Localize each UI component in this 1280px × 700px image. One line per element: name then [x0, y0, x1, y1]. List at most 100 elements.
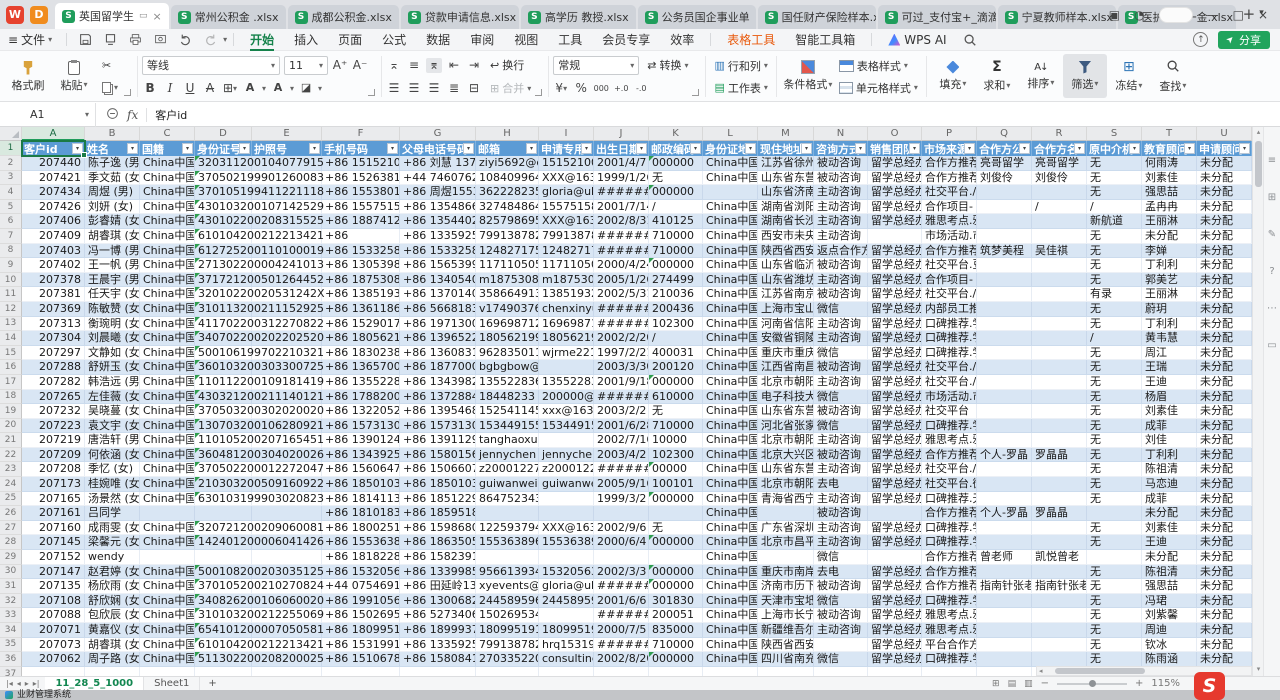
cell[interactable]: China中国	[703, 419, 758, 434]
cell[interactable]: 207313	[22, 317, 85, 332]
cell[interactable]: 362228235	[476, 185, 539, 200]
cell[interactable]: China中国	[140, 448, 195, 463]
cell[interactable]	[1032, 302, 1087, 317]
cell[interactable]: +86 刘慧 137052	[400, 156, 476, 171]
cell[interactable]: 北京市朝阳	[758, 375, 814, 390]
cell[interactable]: 未分配	[1197, 317, 1252, 332]
cell[interactable]: +86 田延岭1395	[400, 579, 476, 594]
cell[interactable]: 钦冰	[1142, 638, 1197, 653]
cell[interactable]: 360481200304020026	[195, 448, 252, 463]
zoom-in-button[interactable]: +	[1135, 678, 1143, 689]
cell[interactable]: 主动咨询	[814, 521, 868, 536]
scroll-left-icon[interactable]: ◂	[1039, 667, 1043, 675]
cell[interactable]: 无	[1087, 638, 1142, 653]
cell[interactable]: +86 15106786	[322, 652, 400, 667]
cell[interactable]: 被动咨询	[814, 579, 868, 594]
column-header-R[interactable]: R	[1032, 127, 1087, 141]
cell[interactable]: 无	[1087, 448, 1142, 463]
cell[interactable]	[703, 667, 758, 676]
cell[interactable]: +86 1863505000	[400, 535, 476, 550]
cell[interactable]: 被动咨询	[814, 258, 868, 273]
cell[interactable]: +86 18141137	[322, 492, 400, 507]
cell[interactable]: bgbgbow@	[476, 360, 539, 375]
cell[interactable]	[1032, 535, 1087, 550]
cell[interactable]: 成雨雯 (女	[85, 521, 140, 536]
cell[interactable]: ########	[594, 579, 649, 594]
column-header-M[interactable]: M	[758, 127, 814, 141]
menu-tab-数据[interactable]: 数据	[416, 29, 460, 51]
cell[interactable]: 370105199411221118	[195, 185, 252, 200]
cell[interactable]: 000000	[649, 258, 703, 273]
wrap-text-button[interactable]: ↩换行	[486, 56, 528, 74]
cell[interactable]	[977, 346, 1032, 361]
document-tab[interactable]: S宁夏教师样本.xlsx	[998, 5, 1116, 29]
row-header[interactable]: 16	[0, 360, 22, 375]
cell[interactable]: 2003/2/2	[594, 404, 649, 419]
cell[interactable]: China中国	[703, 477, 758, 492]
table-header-cell[interactable]: 合作方名▾	[1032, 141, 1087, 156]
cell[interactable]: 未分配	[1197, 171, 1252, 186]
cell[interactable]: 衡琬明 (女	[85, 317, 140, 332]
cell[interactable]: 未分配	[1197, 375, 1252, 390]
cell[interactable]: China中国	[703, 171, 758, 186]
table-header-cell[interactable]: 手机号码▾	[322, 141, 400, 156]
cell[interactable]: 留学总经办	[868, 623, 922, 638]
panel-help-icon[interactable]: ?	[1269, 266, 1274, 277]
row-header[interactable]: 21	[0, 433, 22, 448]
document-tab[interactable]: S英国留学生▭×	[55, 3, 169, 29]
column-header-K[interactable]: K	[649, 127, 703, 141]
cell[interactable]: +86 15653997101	[400, 258, 476, 273]
filter-dropdown-icon[interactable]: ▾	[182, 143, 193, 154]
cell[interactable]: 102300	[649, 317, 703, 332]
table-header-cell[interactable]: 教育顾问▾	[1142, 141, 1197, 156]
table-header-cell[interactable]: 申请专用▾	[539, 141, 594, 156]
cell[interactable]: 无	[1087, 317, 1142, 332]
row-header[interactable]: 10	[0, 273, 22, 288]
cell[interactable]: 799138782	[476, 229, 539, 244]
bold-button[interactable]: B	[142, 81, 158, 96]
cell[interactable]: 唐浩轩 (男	[85, 433, 140, 448]
cell[interactable]: +86 13548668954	[400, 200, 476, 215]
cell[interactable]: 无	[1087, 535, 1142, 550]
cell[interactable]: 何依涵 (女	[85, 448, 140, 463]
cell[interactable]: China中国	[703, 462, 758, 477]
cell[interactable]: +86 15731301	[322, 419, 400, 434]
cell[interactable]: +86 15026953	[322, 608, 400, 623]
cell[interactable]: 内部员工推	[922, 302, 977, 317]
cell[interactable]: 610104200212213421	[195, 638, 252, 653]
cell[interactable]: 丁利利	[1142, 317, 1197, 332]
tab-smart-toolbox[interactable]: 智能工具箱	[785, 29, 865, 51]
row-header[interactable]: 24	[0, 477, 22, 492]
cell[interactable]: 雅思考点.雅	[922, 608, 977, 623]
cell[interactable]: 合作方推荐	[922, 565, 977, 580]
cell[interactable]	[539, 550, 594, 565]
cell[interactable]	[758, 506, 814, 521]
cell[interactable]: 周江	[1142, 346, 1197, 361]
cell[interactable]: 留学总经办	[868, 477, 922, 492]
cell[interactable]: China中国	[140, 244, 195, 259]
cell[interactable]: +86 1598680231	[400, 521, 476, 536]
cell[interactable]: 207208	[22, 462, 85, 477]
cell[interactable]: 山东省潍坊	[758, 273, 814, 288]
document-tab[interactable]: S贷款申请信息.xlsx	[401, 5, 519, 29]
cell[interactable]: 108409964	[476, 171, 539, 186]
cell[interactable]: 无	[1087, 244, 1142, 259]
column-header-J[interactable]: J	[594, 127, 649, 141]
cell[interactable]: 000000	[649, 579, 703, 594]
cell[interactable]: 207434	[22, 185, 85, 200]
cell[interactable]	[977, 360, 1032, 375]
cell[interactable]: +86 1343982452	[400, 375, 476, 390]
cell[interactable]: China中国	[140, 258, 195, 273]
cell[interactable]: +86 56681836	[400, 302, 476, 317]
cell[interactable]: 刘紫馨	[1142, 608, 1197, 623]
cell[interactable]: 710000	[649, 638, 703, 653]
align-launcher-icon[interactable]	[535, 89, 542, 96]
cell[interactable]: 000000	[649, 535, 703, 550]
column-header-L[interactable]: L	[703, 127, 758, 141]
cell[interactable]: 207403	[22, 244, 85, 259]
cell[interactable]: 152541145	[476, 404, 539, 419]
cell[interactable]: 340702200202202520	[195, 331, 252, 346]
cell[interactable]: 000000	[649, 652, 703, 667]
cell[interactable]	[85, 667, 140, 676]
cell[interactable]: China中国	[140, 623, 195, 638]
